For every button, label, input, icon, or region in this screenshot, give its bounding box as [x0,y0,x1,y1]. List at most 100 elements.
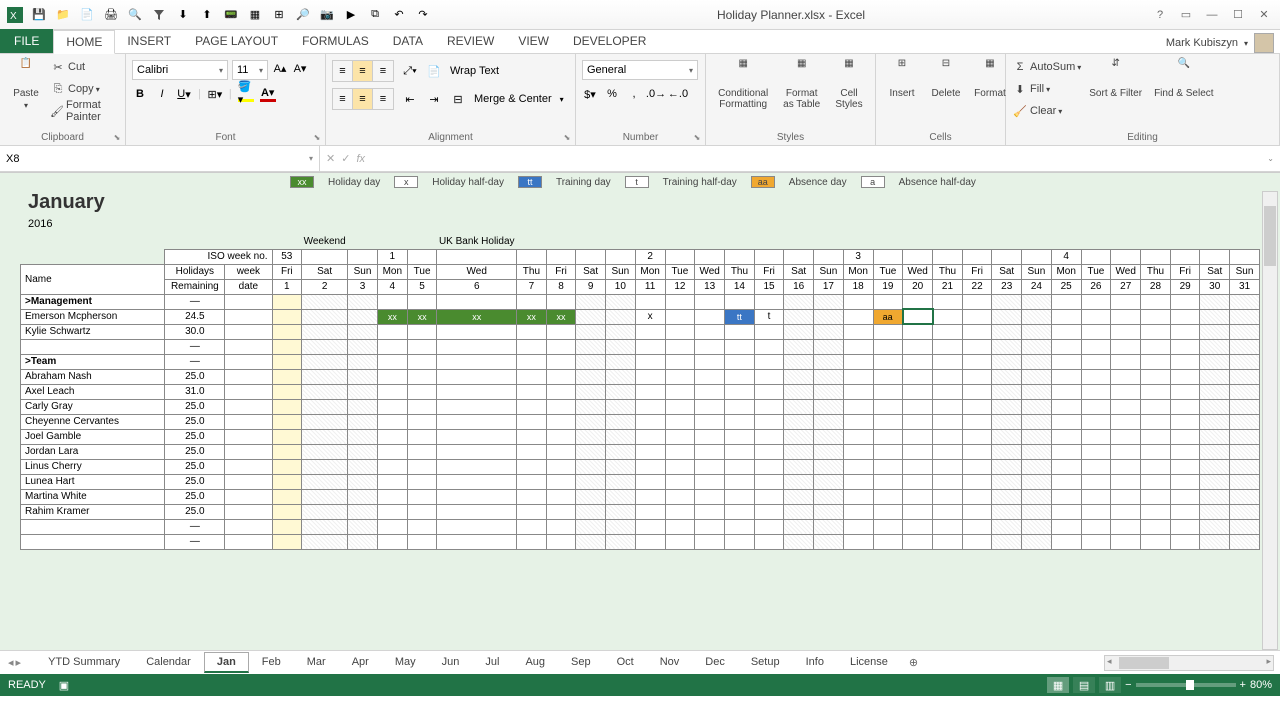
fill-button[interactable]: ⬇Fill▾ [1012,78,1081,100]
sort-asc-icon[interactable]: ⬇ [172,4,194,26]
minimize-button[interactable]: — [1200,5,1224,25]
quickprint-icon[interactable]: 🖨 [100,4,122,26]
sheet-tab-oct[interactable]: Oct [604,652,647,673]
dialog-launcher-icon[interactable]: ⬊ [561,131,573,143]
sheet-tab-license[interactable]: License [837,652,901,673]
macro-record-icon[interactable]: ▣ [56,677,72,693]
horizontal-scrollbar[interactable]: ◂▸ [1104,655,1274,671]
sheet-tab-nov[interactable]: Nov [647,652,693,673]
vertical-scrollbar[interactable] [1262,191,1278,650]
tab-developer[interactable]: DEVELOPER [561,29,658,53]
tab-file[interactable]: FILE [0,29,53,53]
printpreview-icon[interactable]: 🔍 [124,4,146,26]
sheet-tab-setup[interactable]: Setup [738,652,793,673]
tab-review[interactable]: REVIEW [435,29,506,53]
view-normal-button[interactable]: ▦ [1047,677,1069,693]
font-size-select[interactable]: 11 [232,60,268,80]
help-icon[interactable]: ? [1148,5,1172,25]
dialog-launcher-icon[interactable]: ⬊ [311,131,323,143]
bold-button[interactable]: B [132,86,148,102]
percent-button[interactable]: % [604,86,620,102]
inc-decimal-button[interactable]: .0→ [648,86,664,102]
sort-desc-icon[interactable]: ⬆ [196,4,218,26]
format-button[interactable]: ▦Format [970,56,1010,101]
orientation-button[interactable]: ⤢▾ [402,63,418,79]
font-color-button[interactable]: A▾ [260,86,276,102]
add-sheet-button[interactable]: ⊕ [901,653,926,672]
zoom-slider[interactable] [1136,683,1236,687]
sheet-tab-aug[interactable]: Aug [512,652,558,673]
dec-indent-icon[interactable]: ⇤ [402,91,418,107]
sheet-tab-jul[interactable]: Jul [472,652,512,673]
new-icon[interactable]: 📄 [76,4,98,26]
calc-icon[interactable]: 📟 [220,4,242,26]
filter-icon[interactable] [148,4,170,26]
zoom-level[interactable]: 80% [1250,679,1272,691]
copy-button[interactable]: ⎘Copy▾ [50,78,119,100]
sheet-tab-jan[interactable]: Jan [204,652,249,673]
currency-button[interactable]: $▾ [582,86,598,102]
italic-button[interactable]: I [154,86,170,102]
zoom-out-button[interactable]: − [1125,679,1131,691]
borders-icon[interactable]: ⊞ [268,4,290,26]
find-select-button[interactable]: 🔍Find & Select [1150,56,1217,101]
tab-formulas[interactable]: FORMULAS [290,29,381,53]
merge-button[interactable]: ⊟ [450,91,466,107]
comma-button[interactable]: , [626,86,642,102]
inc-indent-icon[interactable]: ⇥ [426,91,442,107]
expand-formula-icon[interactable]: ⌄ [1261,154,1280,163]
border-button[interactable]: ⊞▾ [207,86,223,102]
tab-nav-prev-icon[interactable]: ▸ [16,656,22,669]
sheet-tab-sep[interactable]: Sep [558,652,604,673]
format-table-button[interactable]: ▦Format as Table [778,56,825,112]
sheet-tab-dec[interactable]: Dec [692,652,738,673]
underline-button[interactable]: U▾ [176,86,192,102]
sheet-tab-ytd-summary[interactable]: YTD Summary [35,652,133,673]
planner-grid[interactable]: WeekendUK Bank HolidayISO week no.531234… [20,234,1260,550]
user-name[interactable]: Mark Kubiszyn [1166,37,1238,49]
sheet-tab-jun[interactable]: Jun [429,652,473,673]
sheet-tab-feb[interactable]: Feb [249,652,294,673]
sort-filter-button[interactable]: ⇵Sort & Filter [1085,56,1146,101]
switch-icon[interactable]: ⧉ [364,4,386,26]
avatar[interactable] [1254,33,1274,53]
tab-insert[interactable]: INSERT [115,29,183,53]
zoom-in-button[interactable]: + [1240,679,1246,691]
sheet-tab-mar[interactable]: Mar [294,652,339,673]
zoom-icon[interactable]: 🔎 [292,4,314,26]
undo-icon[interactable]: ↶ [388,4,410,26]
tab-nav-first-icon[interactable]: ◂ [8,656,14,669]
paste-button[interactable]: 📋 Paste▾ [6,56,46,112]
macros-icon[interactable]: ▶ [340,4,362,26]
save-icon[interactable]: 💾 [28,4,50,26]
dialog-launcher-icon[interactable]: ⬊ [691,131,703,143]
decrease-font-icon[interactable]: A▾ [292,60,308,76]
camera-icon[interactable]: 📷 [316,4,338,26]
increase-font-icon[interactable]: A▴ [272,60,288,76]
dialog-launcher-icon[interactable]: ⬊ [111,131,123,143]
insert-button[interactable]: ⊞Insert [882,56,922,101]
formula-input[interactable] [371,146,1261,171]
tab-home[interactable]: HOME [53,30,115,54]
sheet-tab-may[interactable]: May [382,652,429,673]
fx-icon[interactable]: fx [356,153,365,165]
cut-button[interactable]: ✂Cut [50,56,119,78]
cell-styles-button[interactable]: ▦Cell Styles [829,56,869,112]
freeze-icon[interactable]: ▦ [244,4,266,26]
worksheet[interactable]: xxHoliday day xHoliday half-day ttTraini… [0,172,1280,650]
fill-color-button[interactable]: 🪣▾ [238,86,254,102]
sheet-tab-info[interactable]: Info [793,652,837,673]
ribbon-options-icon[interactable]: ▭ [1174,5,1198,25]
delete-button[interactable]: ⊟Delete [926,56,966,101]
font-name-select[interactable]: Calibri [132,60,228,80]
number-format-select[interactable]: General [582,60,698,80]
sheet-tab-apr[interactable]: Apr [339,652,382,673]
sheet-tab-calendar[interactable]: Calendar [133,652,204,673]
tab-data[interactable]: DATA [381,29,435,53]
view-pagelayout-button[interactable]: ▤ [1073,677,1095,693]
redo-icon[interactable]: ↷ [412,4,434,26]
close-button[interactable]: ✕ [1252,5,1276,25]
valign-group[interactable]: ≡≡≡ [332,60,394,82]
wrap-text-button[interactable]: 📄 [426,63,442,79]
halign-group[interactable]: ≡≡≡ [332,88,394,110]
